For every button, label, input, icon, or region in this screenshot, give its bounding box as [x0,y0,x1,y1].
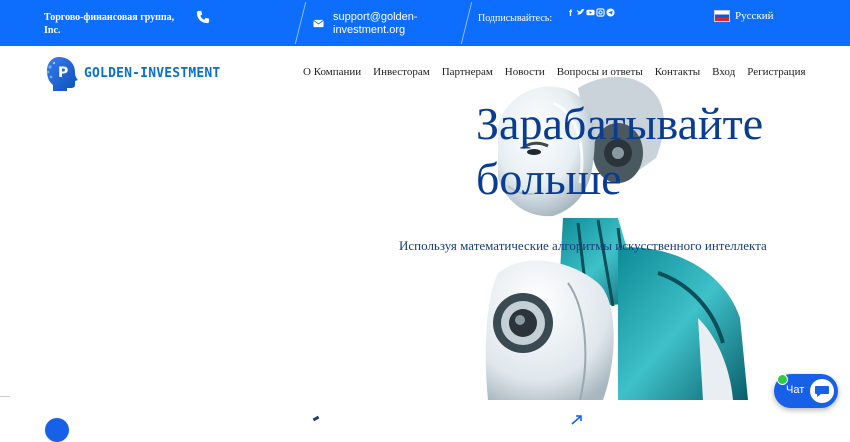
mail-icon [313,19,324,28]
topbar-divider [460,2,473,44]
language-label: Русский [735,10,774,22]
topbar-divider [294,2,307,44]
telegram-icon[interactable] [606,8,615,19]
facebook-icon[interactable]: f [566,8,575,19]
hero-title-line1: Зарабатывайте [476,98,764,149]
hero-title-line2: больше [476,153,622,204]
twitter-icon[interactable] [576,8,585,19]
online-status-dot [777,374,788,385]
support-email-link[interactable]: support@golden-investment.org [333,11,453,37]
chat-label: Чат [786,384,805,396]
nav-item-investors[interactable]: Инвесторам [373,66,430,78]
phone-icon[interactable] [196,10,210,24]
chat-bubble-icon [810,379,834,403]
company-name: Торгово-финансовая группа, Inc. [44,12,175,36]
social-links: f [566,8,615,19]
youtube-icon[interactable] [586,8,595,19]
instagram-icon[interactable] [596,8,605,19]
hero-subtitle: Используя математические алгоритмы искус… [399,238,767,253]
logo-text[interactable]: GOLDEN-INVESTMENT [84,66,220,81]
edge-mark [0,396,10,397]
hero-title: Зарабатывайте больше [476,96,846,206]
section-icon [45,418,69,442]
section-accent [312,415,320,422]
top-bar: Торгово-финансовая группа, Inc. support@… [0,0,850,46]
nav-item-about[interactable]: О Компании [303,66,361,78]
arrow-up-right-icon [571,415,582,425]
language-selector[interactable]: Русский [714,10,774,22]
svg-text:P: P [58,65,68,81]
russia-flag-icon [714,10,730,22]
follow-label: Подписывайтесь: [478,13,553,24]
